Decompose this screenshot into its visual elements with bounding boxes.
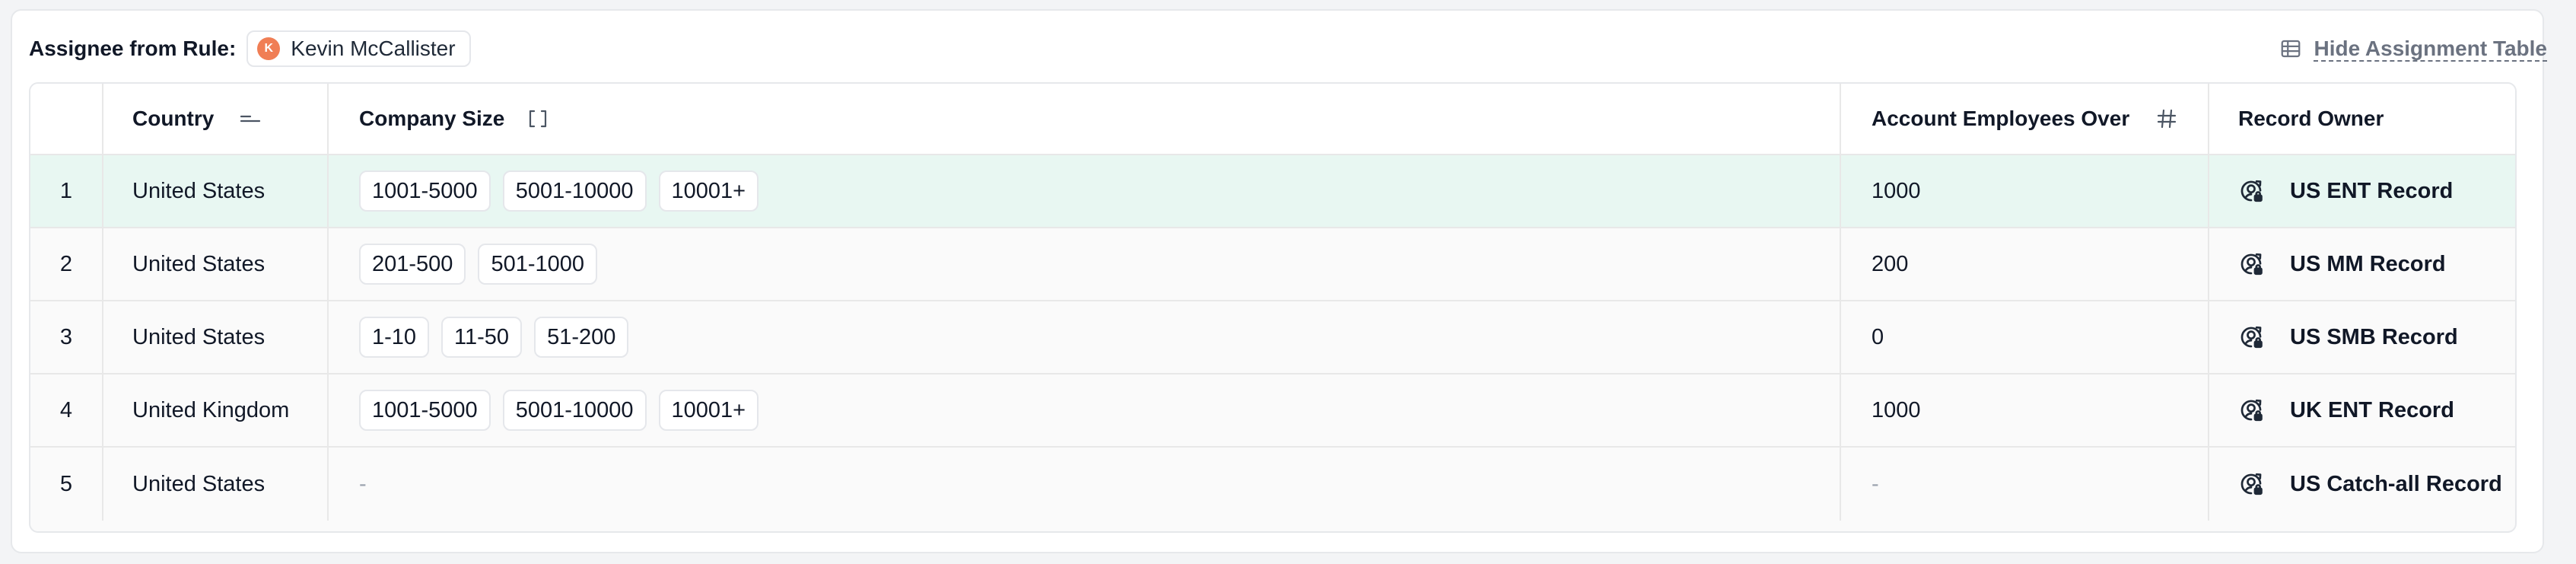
assignee-label: Assignee from Rule: xyxy=(29,37,237,60)
table-row[interactable]: 4 United Kingdom 1001-5000 5001-10000 10001+… xyxy=(30,374,2515,448)
company-size-cell[interactable]: - xyxy=(329,448,1841,521)
employees-over-cell[interactable]: 1000 xyxy=(1841,374,2209,446)
assignee-name: Kevin McCallister xyxy=(291,37,456,60)
employees-over-value: 0 xyxy=(1872,324,1884,349)
brackets-icon[interactable] xyxy=(527,108,549,129)
record-owner-cell[interactable]: US SMB Record xyxy=(2209,301,2515,373)
column-header-label: Company Size xyxy=(359,107,505,130)
employees-over-cell[interactable]: - xyxy=(1841,448,2209,521)
employees-over-cell[interactable]: 200 xyxy=(1841,228,2209,300)
assignment-header: Assignee from Rule: K Kevin McCallister … xyxy=(29,27,2547,70)
assignment-rule-icon xyxy=(2238,397,2264,423)
company-size-tag: 201-500 xyxy=(359,244,466,285)
assignment-rule-icon xyxy=(2238,251,2264,277)
company-size-tag: 1-10 xyxy=(359,317,430,358)
row-index: 5 xyxy=(30,448,103,521)
hash-icon[interactable] xyxy=(2156,108,2177,129)
country-cell[interactable]: United States xyxy=(103,228,329,300)
company-size-tag: 5001-10000 xyxy=(502,170,647,212)
avatar: K xyxy=(257,37,281,60)
column-header-label: Record Owner xyxy=(2238,107,2384,130)
empty-value: - xyxy=(359,471,367,496)
column-header-index xyxy=(30,84,103,154)
record-owner-cell[interactable]: US ENT Record xyxy=(2209,155,2515,227)
assignee-chip[interactable]: K Kevin McCallister xyxy=(246,30,471,67)
record-owner-cell[interactable]: US Catch-all Record xyxy=(2209,448,2515,521)
record-owner-label: US ENT Record xyxy=(2290,178,2454,203)
sort-lines-icon[interactable] xyxy=(240,111,261,126)
company-size-cell[interactable]: 1-10 11-50 51-200 xyxy=(329,301,1841,373)
record-owner-label: US Catch-all Record xyxy=(2290,471,2502,496)
hide-assignment-table-button[interactable]: Hide Assignment Table xyxy=(2279,37,2548,61)
row-index: 1 xyxy=(30,155,103,227)
row-index: 2 xyxy=(30,228,103,300)
assignment-table: Country Company Size Account Employees O… xyxy=(29,82,2517,533)
record-owner-label: US SMB Record xyxy=(2290,324,2458,349)
column-header-account-employees-over[interactable]: Account Employees Over xyxy=(1841,84,2209,154)
country-cell[interactable]: United Kingdom xyxy=(103,374,329,446)
company-size-cell[interactable]: 1001-5000 5001-10000 10001+ xyxy=(329,155,1841,227)
company-size-tag: 11-50 xyxy=(441,317,523,358)
record-owner-cell[interactable]: US MM Record xyxy=(2209,228,2515,300)
record-owner-label: US MM Record xyxy=(2290,251,2446,276)
employees-over-value: 1000 xyxy=(1872,178,1921,203)
company-size-tag: 5001-10000 xyxy=(502,390,647,431)
row-index: 4 xyxy=(30,374,103,446)
assignment-rule-icon xyxy=(2238,324,2264,350)
assignee-section: Assignee from Rule: K Kevin McCallister xyxy=(29,30,471,67)
company-size-tag: 51-200 xyxy=(534,317,629,358)
country-cell[interactable]: United States xyxy=(103,448,329,521)
company-size-tag: 10001+ xyxy=(658,170,759,212)
record-owner-cell[interactable]: UK ENT Record xyxy=(2209,374,2515,446)
row-index: 3 xyxy=(30,301,103,373)
column-header-label: Account Employees Over xyxy=(1872,107,2130,130)
company-size-tag: 501-1000 xyxy=(478,244,597,285)
table-row[interactable]: 3 United States 1-10 11-50 51-200 0 US SMB Rec… xyxy=(30,301,2515,374)
column-header-label: Country xyxy=(132,107,215,130)
table-row[interactable]: 1 United States 1001-5000 5001-10000 10001+ 1… xyxy=(30,155,2515,228)
employees-over-value: 200 xyxy=(1872,251,1909,276)
column-header-country[interactable]: Country xyxy=(103,84,329,154)
assignment-rule-icon xyxy=(2238,178,2264,204)
company-size-tag: 1001-5000 xyxy=(359,170,491,212)
record-owner-label: UK ENT Record xyxy=(2290,397,2454,422)
company-size-cell[interactable]: 1001-5000 5001-10000 10001+ xyxy=(329,374,1841,446)
employees-over-value: 1000 xyxy=(1872,397,1921,422)
table-row[interactable]: 5 United States - - US Catch-all Record xyxy=(30,448,2515,521)
table-row[interactable]: 2 United States 201-500 501-1000 200 US MM Re… xyxy=(30,228,2515,301)
employees-over-cell[interactable]: 0 xyxy=(1841,301,2209,373)
country-cell[interactable]: United States xyxy=(103,155,329,227)
table-header-row: Country Company Size Account Employees O… xyxy=(30,84,2515,155)
employees-over-cell[interactable]: 1000 xyxy=(1841,155,2209,227)
country-cell[interactable]: United States xyxy=(103,301,329,373)
hide-assignment-table-label: Hide Assignment Table xyxy=(2314,37,2548,60)
company-size-cell[interactable]: 201-500 501-1000 xyxy=(329,228,1841,300)
table-icon xyxy=(2279,37,2302,60)
column-header-record-owner[interactable]: Record Owner xyxy=(2209,84,2515,154)
assignment-rule-icon xyxy=(2238,471,2264,497)
company-size-tag: 1001-5000 xyxy=(359,390,491,431)
employees-over-value: - xyxy=(1872,471,1879,496)
company-size-tag: 10001+ xyxy=(658,390,759,431)
table-body: 1 United States 1001-5000 5001-10000 10001+ 1… xyxy=(30,155,2515,521)
column-header-company-size[interactable]: Company Size xyxy=(329,84,1841,154)
